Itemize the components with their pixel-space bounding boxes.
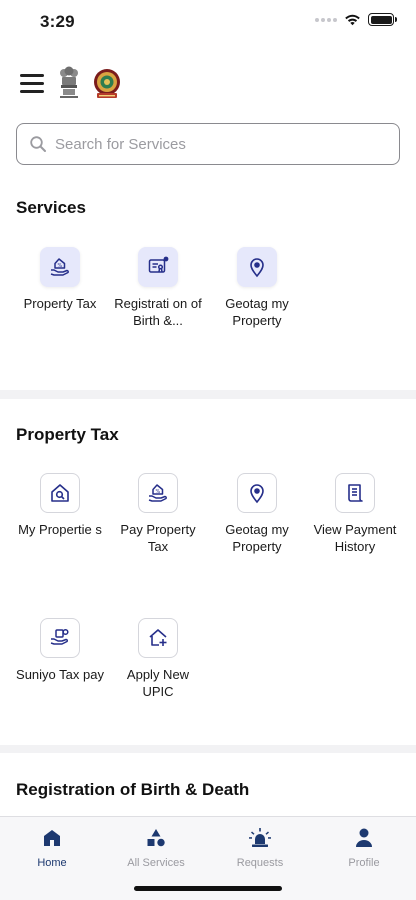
tile-pay-property-tax[interactable]: % Pay Property Tax xyxy=(110,473,206,555)
status-icons xyxy=(315,13,397,26)
tile-label: My Propertie s xyxy=(18,522,102,537)
tab-label: All Services xyxy=(127,857,185,869)
status-time: 3:29 xyxy=(40,12,75,31)
siren-icon xyxy=(208,827,312,849)
tile-apply-new-upic[interactable]: Apply New UPIC xyxy=(110,618,206,700)
registration-card: Registration of Birth & Death xyxy=(0,753,416,823)
tile-label: Pay Property Tax xyxy=(120,522,196,554)
home-indicator xyxy=(134,886,282,891)
tab-label: Home xyxy=(37,857,67,869)
tab-profile[interactable]: Profile xyxy=(312,817,416,900)
wifi-icon xyxy=(345,14,360,26)
tab-label: Profile xyxy=(348,857,380,869)
tile-view-payment-history[interactable]: View Payment History xyxy=(307,473,403,555)
location-pin-icon xyxy=(237,473,277,513)
status-bar: 3:29 xyxy=(0,0,416,46)
service-tile-property-tax[interactable]: % Property Tax xyxy=(12,247,108,313)
tab-label: Requests xyxy=(236,857,284,869)
certificate-icon xyxy=(138,247,178,287)
receipt-icon xyxy=(335,473,375,513)
signal-icon xyxy=(315,17,337,22)
house-tax-icon: % xyxy=(138,473,178,513)
tile-label: Suniyo Tax pay xyxy=(16,667,104,682)
property-tax-card: Property Tax My Propertie s % Pay Proper… xyxy=(0,399,416,745)
tile-my-properties[interactable]: My Propertie s xyxy=(12,473,108,539)
house-add-icon xyxy=(138,618,178,658)
house-search-icon xyxy=(40,473,80,513)
battery-icon xyxy=(368,13,397,26)
service-label: Property Tax xyxy=(23,296,97,311)
municipal-seal-logo xyxy=(94,69,120,98)
svg-text:%: % xyxy=(58,263,63,269)
person-icon xyxy=(312,827,416,849)
tile-suniyo-tax-pay[interactable]: Suniyo Tax pay xyxy=(12,618,108,684)
house-tax-icon: % xyxy=(40,247,80,287)
service-label: Registrati on of Birth &... xyxy=(114,296,202,328)
svg-text:%: % xyxy=(156,489,161,495)
service-tile-geotag[interactable]: Geotag my Property xyxy=(209,247,305,329)
national-emblem-logo xyxy=(60,66,78,98)
service-label: Geotag my Property xyxy=(225,296,289,328)
tile-label: Geotag my Property xyxy=(225,522,289,554)
section-title-registration: Registration of Birth & Death xyxy=(16,780,250,799)
home-icon xyxy=(0,827,104,849)
location-pin-icon xyxy=(237,247,277,287)
tile-geotag-my-property[interactable]: Geotag my Property xyxy=(209,473,305,555)
services-card: Services % Property Tax Registrati on of… xyxy=(0,46,416,390)
section-title-services: Services xyxy=(16,198,86,217)
shapes-icon xyxy=(104,827,208,849)
menu-icon[interactable] xyxy=(20,74,44,94)
tile-label: View Payment History xyxy=(313,522,397,554)
section-title-property-tax: Property Tax xyxy=(16,425,119,444)
search-field[interactable] xyxy=(16,123,400,165)
tab-home[interactable]: Home xyxy=(0,817,104,900)
search-input[interactable] xyxy=(55,135,375,153)
service-tile-birth-death-registration[interactable]: Registrati on of Birth &... xyxy=(110,247,206,329)
hand-coins-icon xyxy=(40,618,80,658)
tile-label: Apply New UPIC xyxy=(126,667,190,699)
search-icon xyxy=(30,136,46,152)
